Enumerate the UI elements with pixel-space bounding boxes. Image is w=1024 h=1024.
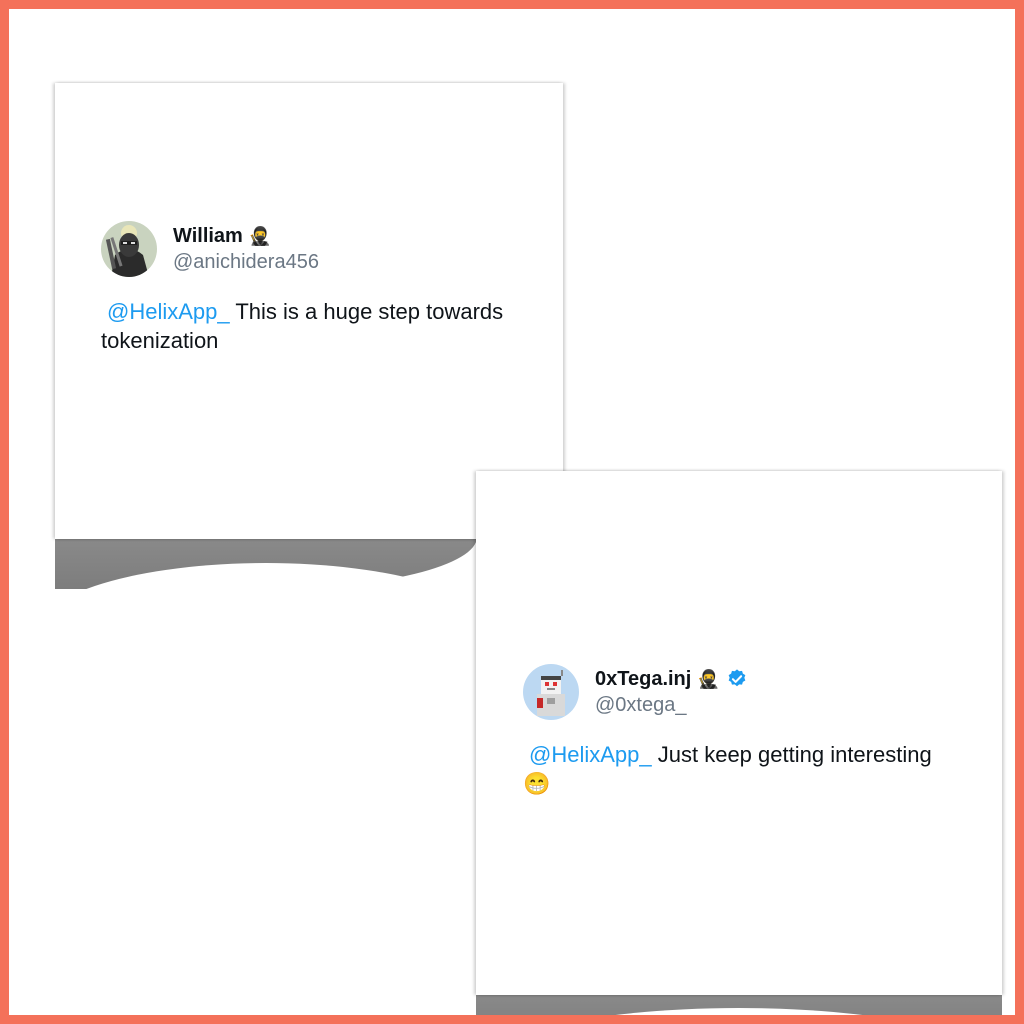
user-info: William 🥷 @anichidera456 xyxy=(173,223,319,275)
grinning-emoji-icon: 😁 xyxy=(523,771,551,796)
page-frame: William 🥷 @anichidera456 @HelixApp_ This… xyxy=(0,0,1024,1024)
tweet-text: @HelixApp_ This is a huge step towards t… xyxy=(101,297,521,355)
user-info: 0xTega.inj 🥷 @0xtega_ xyxy=(595,666,748,718)
avatar-ninja-icon xyxy=(101,221,157,277)
name-row: William 🥷 xyxy=(173,223,319,249)
tweet: William 🥷 @anichidera456 @HelixApp_ This… xyxy=(101,221,521,355)
name-row: 0xTega.inj 🥷 xyxy=(595,666,748,692)
avatar-pixel-astronaut-icon xyxy=(523,664,579,720)
user-handle[interactable]: @0xtega_ xyxy=(595,692,748,718)
display-name[interactable]: 0xTega.inj xyxy=(595,666,691,692)
mention-link[interactable]: @HelixApp_ xyxy=(107,299,230,324)
avatar[interactable] xyxy=(101,221,157,277)
ninja-emoji-icon: 🥷 xyxy=(697,669,720,689)
tweet-header: 0xTega.inj 🥷 @0xtega_ xyxy=(523,664,943,720)
avatar[interactable] xyxy=(523,664,579,720)
mention-link[interactable]: @HelixApp_ xyxy=(529,742,652,767)
verified-badge-icon xyxy=(728,669,746,687)
card-shadow xyxy=(35,537,497,633)
card-shadow xyxy=(456,994,1015,1015)
user-handle[interactable]: @anichidera456 xyxy=(173,249,319,275)
display-name[interactable]: William xyxy=(173,223,243,249)
tweet: 0xTega.inj 🥷 @0xtega_ @HelixApp_ Just ke… xyxy=(523,664,943,798)
tweet-card[interactable]: 0xTega.inj 🥷 @0xtega_ @HelixApp_ Just ke… xyxy=(476,471,1002,995)
ninja-emoji-icon: 🥷 xyxy=(248,226,272,246)
tweet-text: @HelixApp_ Just keep getting interesting… xyxy=(523,740,943,798)
tweet-header: William 🥷 @anichidera456 xyxy=(101,221,521,277)
tweet-body-text: Just keep getting interesting xyxy=(657,742,932,767)
